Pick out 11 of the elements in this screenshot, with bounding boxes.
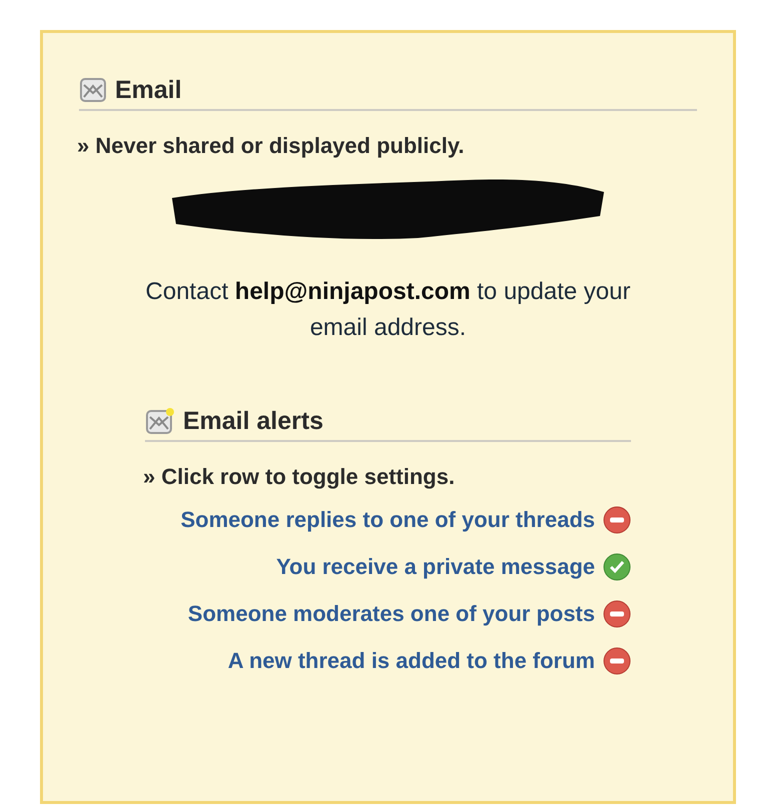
contact-text: Contact help@ninjapost.com to update your email address. [144, 277, 632, 343]
alert-toggle-row[interactable]: Someone replies to one of your threads [180, 503, 631, 536]
section-title: Email [115, 75, 182, 105]
alert-toggle-row[interactable]: You receive a private message [276, 550, 631, 583]
section-note: » Click row to toggle settings. [143, 463, 456, 491]
alert-toggle-row[interactable]: A new thread is added to the forum [228, 644, 631, 677]
section-title: Email alerts [183, 406, 324, 436]
alert-toggle-row[interactable]: Someone moderates one of your posts [188, 597, 631, 630]
envelope-icon [145, 407, 175, 435]
envelope-icon [79, 77, 107, 103]
section-note: » Never shared or displayed publicly. [77, 132, 466, 160]
